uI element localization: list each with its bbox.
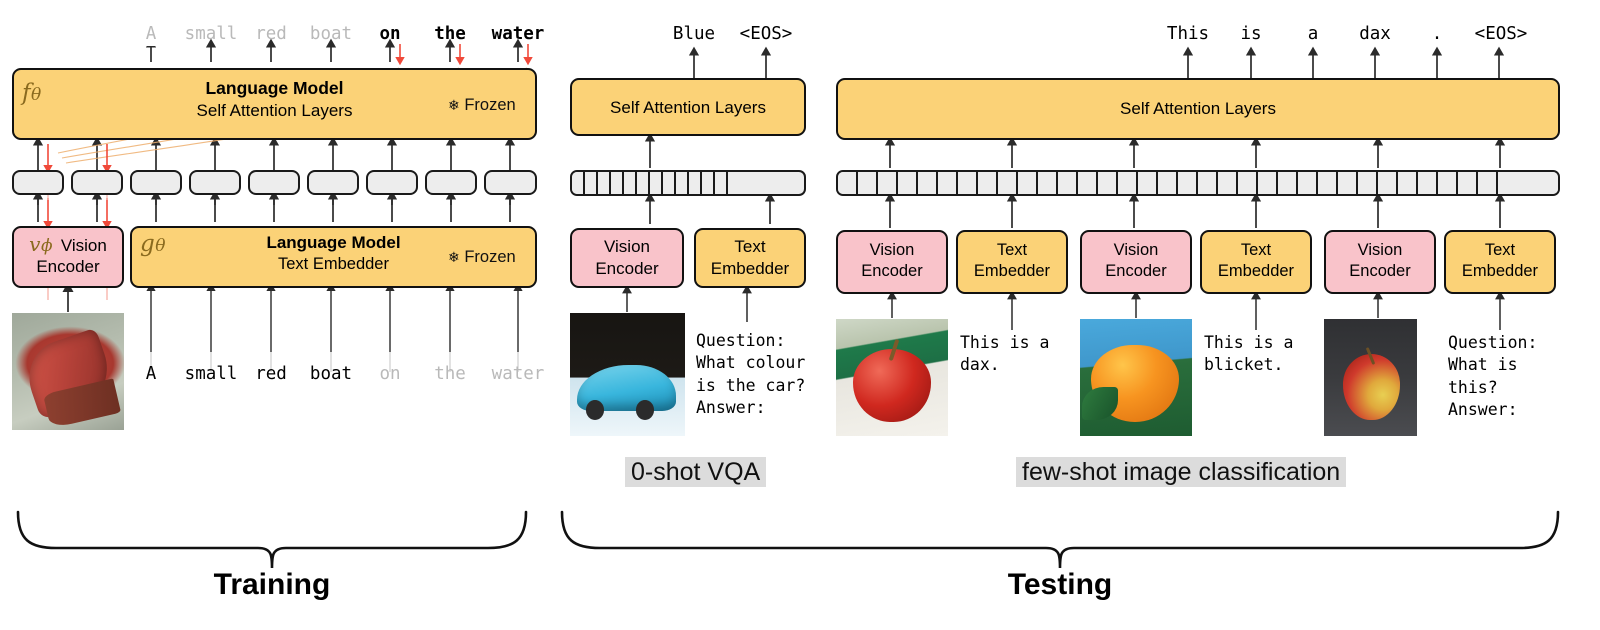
vqa-caption: 0-shot VQA <box>625 457 767 487</box>
testing-phase-label: Testing <box>1007 568 1113 601</box>
fewshot-self-attention-label: Self Attention Layers <box>1120 99 1276 118</box>
vqa-output-token: Blue <box>672 24 716 44</box>
training-input-token: on <box>379 364 401 384</box>
training-input-image <box>12 313 124 430</box>
fewshot-output-token: a <box>1307 24 1319 44</box>
fewshot-text-embedder-label: Text Embedder <box>973 241 1051 281</box>
fewshot-caption-wrap: few-shot image classification <box>1016 457 1347 487</box>
training-output-token: on <box>379 24 401 44</box>
fewshot-query-prompt: Question: What is this? Answer: <box>1448 333 1538 419</box>
vqa-input-image <box>570 313 685 436</box>
training-embedder-frozen-badge: ❄ Frozen <box>448 248 516 266</box>
snowflake-icon: ❄ <box>448 97 460 113</box>
training-input-token: water <box>491 364 545 384</box>
fewshot-vision-encoder-label: Vision Encoder <box>861 241 923 281</box>
figure-canvas: A small red boat on the water A fθ Langu… <box>0 0 1600 630</box>
training-output-token: small <box>184 24 238 44</box>
training-input-token: A <box>145 364 157 384</box>
text-token[interactable] <box>484 170 537 195</box>
vqa-vision-encoder-label: Vision Encoder <box>595 237 659 279</box>
fewshot-text-embedder-label: Text Embedder <box>1461 241 1539 281</box>
text-token[interactable] <box>307 170 359 195</box>
fewshot-output-token: This <box>1166 24 1210 44</box>
text-token[interactable] <box>425 170 477 195</box>
vqa-prompt-text: Question: What colour is the car? Answer… <box>696 331 806 417</box>
fewshot-text-embedder-label: Text Embedder <box>1217 241 1295 281</box>
training-lm-frozen-badge: ❄ Frozen <box>448 96 516 114</box>
fewshot-support-image <box>1080 319 1192 436</box>
training-input-token: the <box>434 364 466 384</box>
text-token[interactable] <box>248 170 300 195</box>
fewshot-vision-encoder-label: Vision Encoder <box>1349 241 1411 281</box>
fewshot-support-text: This is a dax. <box>960 333 1050 375</box>
training-output-token: red <box>255 24 287 44</box>
text-token[interactable] <box>130 170 182 195</box>
training-input-token: small <box>184 364 238 384</box>
fewshot-output-token: . <box>1431 24 1443 44</box>
vqa-self-attention-label: Self Attention Layers <box>610 98 766 117</box>
fewshot-output-token: <EOS> <box>1474 24 1528 44</box>
fewshot-token-strip[interactable] <box>836 170 1560 196</box>
training-phase-label: Training <box>213 568 331 601</box>
vqa-output-token: <EOS> <box>739 24 793 44</box>
fewshot-output-token: dax <box>1359 24 1391 44</box>
training-vision-encoder-label: vϕ Vision Encoder <box>29 232 107 276</box>
text-token[interactable] <box>366 170 418 195</box>
fewshot-query-image <box>1324 319 1417 436</box>
snowflake-icon: ❄ <box>448 249 460 265</box>
vqa-text-embedder-label: Text Embedder <box>710 237 790 279</box>
fewshot-support-text: This is a blicket. <box>1204 333 1294 375</box>
training-output-token: the <box>434 24 466 44</box>
text-token[interactable] <box>189 170 241 195</box>
training-input-token: boat <box>309 364 353 384</box>
vqa-token-strip[interactable] <box>570 170 806 196</box>
vqa-caption-wrap: 0-shot VQA <box>625 457 767 487</box>
visual-prefix-token[interactable] <box>71 170 123 195</box>
fewshot-output-token: is <box>1240 24 1262 44</box>
training-output-token: boat <box>309 24 353 44</box>
fewshot-support-image <box>836 319 948 436</box>
fewshot-caption: few-shot image classification <box>1016 457 1347 487</box>
visual-prefix-token[interactable] <box>12 170 64 195</box>
training-input-token: red <box>255 364 287 384</box>
training-output-token: A <box>145 24 157 44</box>
fewshot-vision-encoder-label: Vision Encoder <box>1105 241 1167 281</box>
training-output-token: water <box>491 24 545 44</box>
